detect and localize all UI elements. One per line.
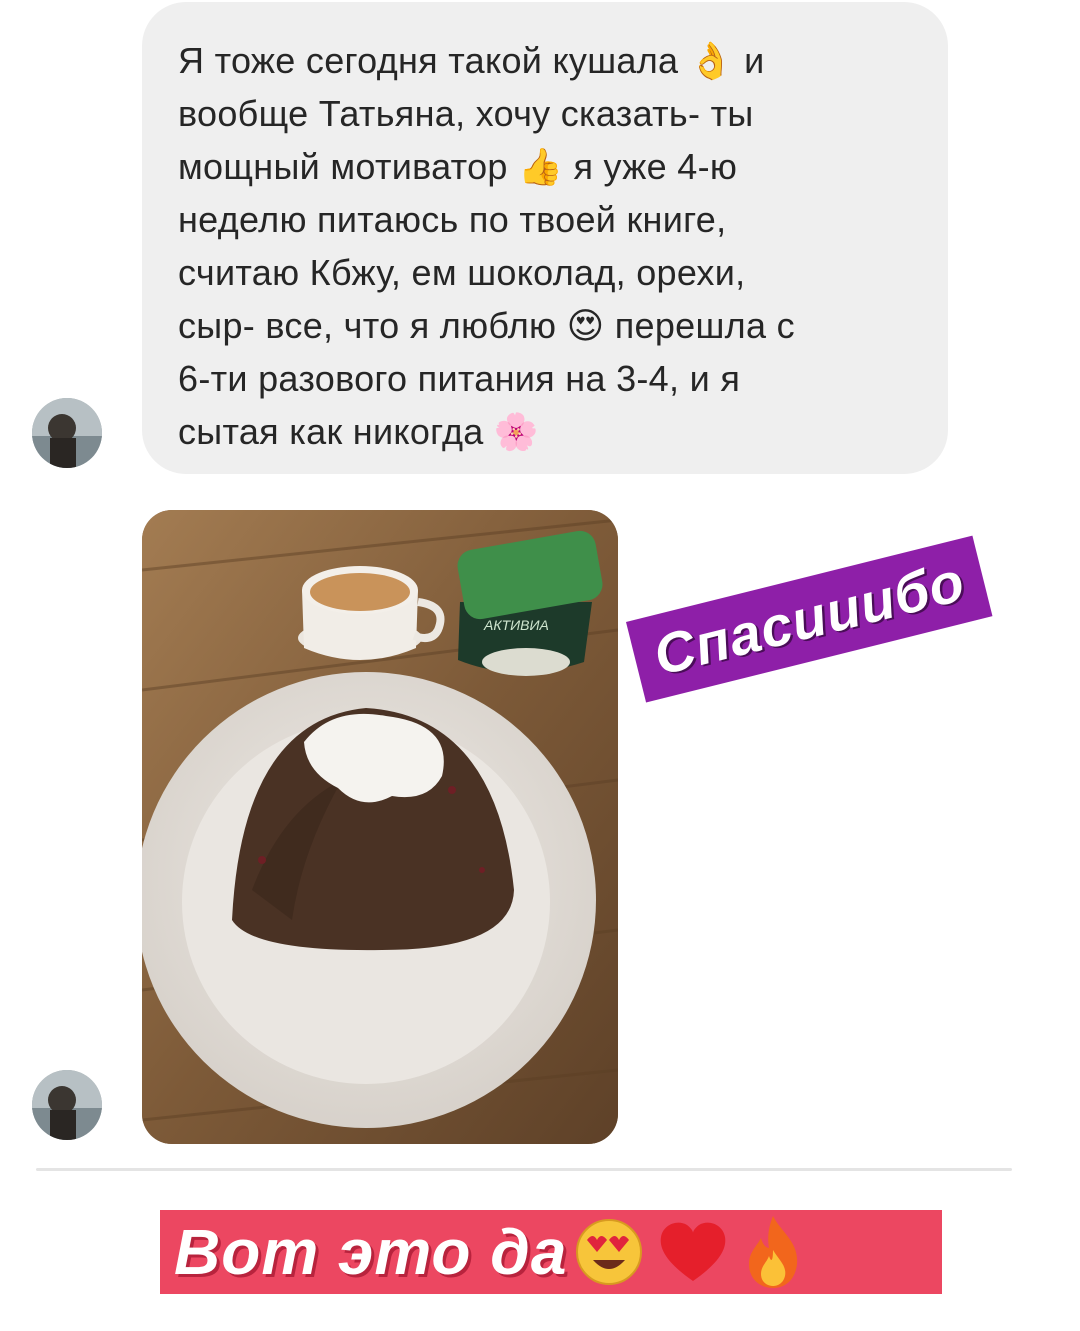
wow-sticker: Вот это да [160, 1210, 942, 1294]
sender-avatar[interactable] [32, 398, 102, 468]
thanks-sticker: Спасииибо [626, 535, 993, 703]
wow-sticker-text: Вот это да [174, 1216, 568, 1288]
photo-message[interactable]: АКТИВИА [142, 510, 618, 1144]
yogurt-brand-label: АКТИВИА [483, 617, 549, 633]
food-photo: АКТИВИА [142, 510, 618, 1144]
heart-eyes-emoji-icon [573, 1216, 645, 1288]
sender-avatar-photo[interactable] [32, 1070, 102, 1140]
fire-emoji-icon [743, 1214, 803, 1290]
red-heart-emoji-icon [657, 1219, 729, 1285]
message-text: Я тоже сегодня такой кушала 👌 и вообще Т… [178, 40, 795, 452]
divider [36, 1168, 1012, 1171]
message-bubble: Я тоже сегодня такой кушала 👌 и вообще Т… [142, 2, 948, 474]
